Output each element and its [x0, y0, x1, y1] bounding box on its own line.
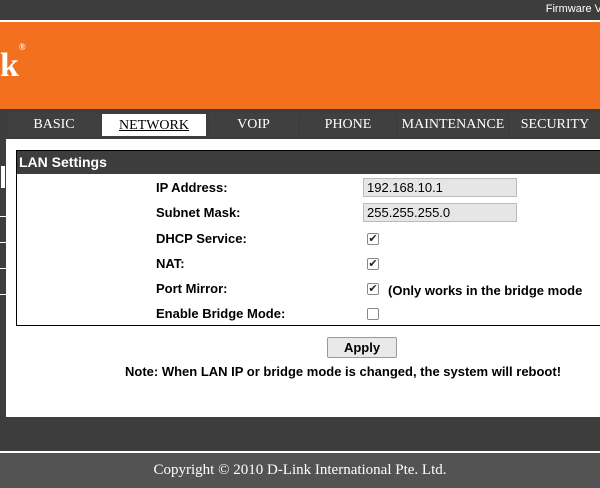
tab-basic[interactable]: BASIC: [8, 113, 100, 137]
side-menu-divider: [0, 294, 6, 295]
port-mirror-checkbox[interactable]: ✔: [367, 283, 379, 295]
footer: Copyright © 2010 D-Link International Pt…: [0, 451, 600, 488]
side-menu-divider: [0, 216, 6, 217]
content-bottom-band: [0, 417, 600, 451]
reboot-note: Note: When LAN IP or bridge mode is chan…: [125, 364, 562, 379]
side-menu-divider: [0, 268, 6, 269]
apply-button[interactable]: Apply: [327, 337, 397, 358]
brand-header: k®: [0, 20, 600, 109]
top-bar: Firmware V: [0, 0, 600, 20]
copyright-text: Copyright © 2010 D-Link International Pt…: [153, 462, 447, 478]
nat-checkbox[interactable]: ✔: [367, 258, 379, 270]
tab-maintenance[interactable]: MAINTENANCE: [398, 113, 508, 137]
tab-network[interactable]: NETWORK: [101, 113, 207, 137]
subnet-mask-label: Subnet Mask:: [156, 205, 241, 220]
port-mirror-label: Port Mirror:: [156, 281, 228, 296]
registered-mark: ®: [18, 41, 26, 52]
nat-label: NAT:: [156, 256, 185, 271]
tab-phone[interactable]: PHONE: [300, 113, 396, 137]
side-menu-item-active[interactable]: [0, 165, 6, 189]
subnet-mask-field[interactable]: [363, 203, 517, 222]
bridge-mode-checkbox[interactable]: [367, 308, 379, 320]
dhcp-service-checkbox[interactable]: ✔: [367, 233, 379, 245]
port-mirror-note: (Only works in the bridge mode: [388, 283, 583, 298]
tab-security[interactable]: SECURITY: [510, 113, 600, 137]
ip-address-field[interactable]: [363, 178, 517, 197]
bridge-mode-label: Enable Bridge Mode:: [156, 306, 286, 321]
side-menu-divider: [0, 242, 6, 243]
logo-text: k: [0, 47, 19, 84]
panel-title: LAN Settings: [17, 151, 600, 174]
tab-voip[interactable]: VOIP: [209, 113, 298, 137]
ip-address-label: IP Address:: [156, 180, 228, 195]
lan-settings-panel: LAN Settings: [16, 150, 600, 326]
firmware-version-label: Firmware V: [545, 3, 600, 15]
dhcp-service-label: DHCP Service:: [156, 231, 247, 246]
logo: k®: [0, 42, 26, 85]
